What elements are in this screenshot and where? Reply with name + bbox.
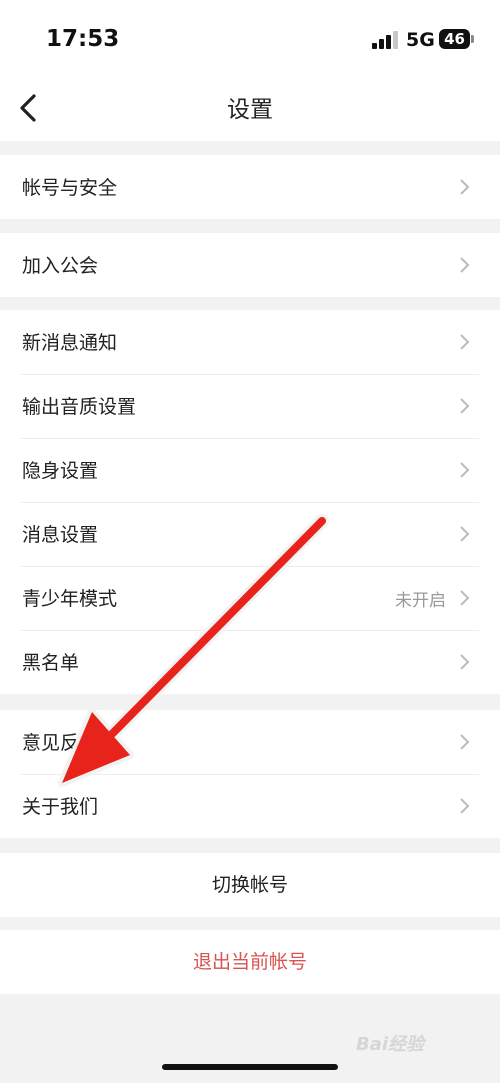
home-indicator[interactable] (162, 1064, 338, 1070)
logout-button[interactable]: 退出当前帐号 (0, 930, 500, 994)
row-label: 关于我们 (22, 796, 99, 818)
chevron-right-icon (460, 179, 470, 195)
row-label: 黑名单 (22, 652, 80, 674)
youth-mode-status: 未开启 (395, 591, 446, 611)
page-title: 设置 (227, 97, 273, 123)
chevron-right-icon (460, 257, 470, 273)
settings-group-account: 帐号与安全 (0, 155, 500, 219)
status-bar: 17:53 5G 46 (0, 0, 500, 80)
chevron-right-icon (460, 526, 470, 542)
signal-icon (372, 31, 400, 49)
status-time: 17:53 (46, 26, 120, 52)
settings-group-about: 意见反馈 关于我们 (0, 710, 500, 838)
setting-row-invisible[interactable]: 隐身设置 (0, 438, 500, 502)
watermark-logo: Bai经验 (356, 1030, 476, 1070)
network-type: 5G (406, 29, 435, 51)
row-label: 青少年模式 (22, 588, 118, 610)
chevron-right-icon (460, 462, 470, 478)
setting-row-blacklist[interactable]: 黑名单 (0, 630, 500, 694)
row-label: 隐身设置 (22, 460, 99, 482)
chevron-right-icon (460, 654, 470, 670)
setting-row-feedback[interactable]: 意见反馈 (0, 710, 500, 774)
row-label: 加入公会 (22, 255, 99, 277)
row-label: 输出音质设置 (22, 396, 137, 418)
battery-icon: 46 (439, 29, 474, 49)
row-label: 意见反馈 (22, 732, 99, 754)
chevron-right-icon (460, 334, 470, 350)
settings-group-guild: 加入公会 (0, 233, 500, 297)
setting-row-message-settings[interactable]: 消息设置 (0, 502, 500, 566)
chevron-right-icon (460, 798, 470, 814)
setting-row-join-guild[interactable]: 加入公会 (0, 233, 500, 297)
row-label: 帐号与安全 (22, 177, 118, 199)
watermark-text: Bai经验 (356, 1034, 425, 1055)
switch-account-button[interactable]: 切换帐号 (0, 853, 500, 917)
row-label: 消息设置 (22, 524, 99, 546)
setting-row-youth-mode[interactable]: 青少年模式 未开启 (0, 566, 500, 630)
setting-row-about-us[interactable]: 关于我们 (0, 774, 500, 838)
chevron-right-icon (460, 590, 470, 606)
nav-bar: 设置 (0, 80, 500, 141)
settings-group-general: 新消息通知 输出音质设置 隐身设置 消息设置 青少年模式 未开启 黑名单 (0, 310, 500, 694)
chevron-right-icon (460, 398, 470, 414)
setting-row-audio-quality[interactable]: 输出音质设置 (0, 374, 500, 438)
row-label: 新消息通知 (22, 332, 118, 354)
chevron-right-icon (460, 734, 470, 750)
setting-row-account-security[interactable]: 帐号与安全 (0, 155, 500, 219)
setting-row-new-message-notify[interactable]: 新消息通知 (0, 310, 500, 374)
